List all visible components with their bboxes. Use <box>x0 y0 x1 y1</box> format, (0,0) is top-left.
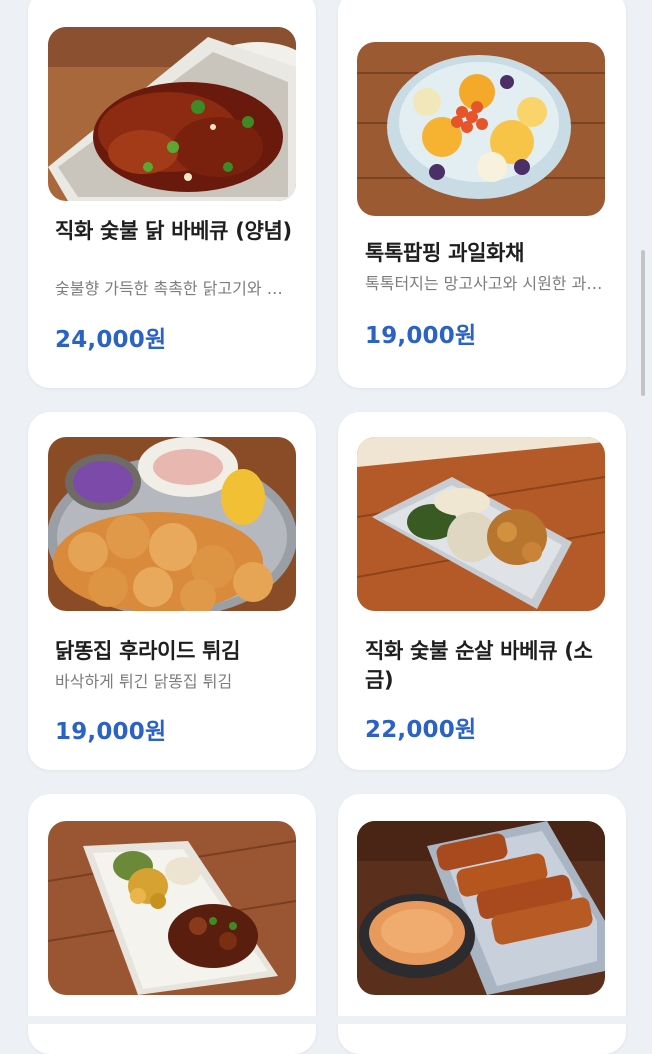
menu-item-image <box>48 27 296 201</box>
menu-item-description: 톡톡터지는 망고사고와 시원한 과일화채 <box>365 274 605 293</box>
menu-item-image <box>357 821 605 995</box>
menu-item-price: 19,000원 <box>55 719 167 745</box>
menu-card[interactable] <box>28 794 316 1054</box>
scrollbar[interactable] <box>641 250 645 396</box>
menu-card[interactable]: 직화 숯불 순살 바베큐 (소금) 22,000원 <box>338 412 626 770</box>
menu-item-title: 직화 숯불 닭 바베큐 (양념) <box>55 219 292 243</box>
menu-item-price: 22,000원 <box>365 717 477 743</box>
menu-item-title: 톡톡팝핑 과일화채 <box>365 241 525 265</box>
menu-item-price: 24,000원 <box>55 327 167 353</box>
menu-item-description: 바삭하게 튀긴 닭똥집 튀김 <box>55 672 233 691</box>
menu-item-price: 19,000원 <box>365 323 477 349</box>
menu-grid: 직화 숯불 닭 바베큐 (양념) 숯불향 가득한 촉촉한 닭고기와 특제 양념 … <box>0 0 652 1054</box>
menu-item-title: 직화 숯불 순살 바베큐 (소금) <box>365 639 593 692</box>
menu-item-title: 닭똥집 후라이드 튀김 <box>55 639 241 663</box>
menu-item-image <box>48 437 296 611</box>
menu-item-image <box>48 821 296 995</box>
bottom-edge <box>0 1016 652 1024</box>
menu-item-description: 숯불향 가득한 촉촉한 닭고기와 특제 양념 <box>55 279 295 298</box>
menu-card[interactable]: 직화 숯불 닭 바베큐 (양념) 숯불향 가득한 촉촉한 닭고기와 특제 양념 … <box>28 0 316 388</box>
menu-card[interactable]: 닭똥집 후라이드 튀김 바삭하게 튀긴 닭똥집 튀김 19,000원 <box>28 412 316 770</box>
menu-item-image <box>357 437 605 611</box>
menu-card[interactable]: 톡톡팝핑 과일화채 톡톡터지는 망고사고와 시원한 과일화채 19,000원 <box>338 0 626 388</box>
menu-card[interactable] <box>338 794 626 1054</box>
menu-item-image <box>357 42 605 216</box>
